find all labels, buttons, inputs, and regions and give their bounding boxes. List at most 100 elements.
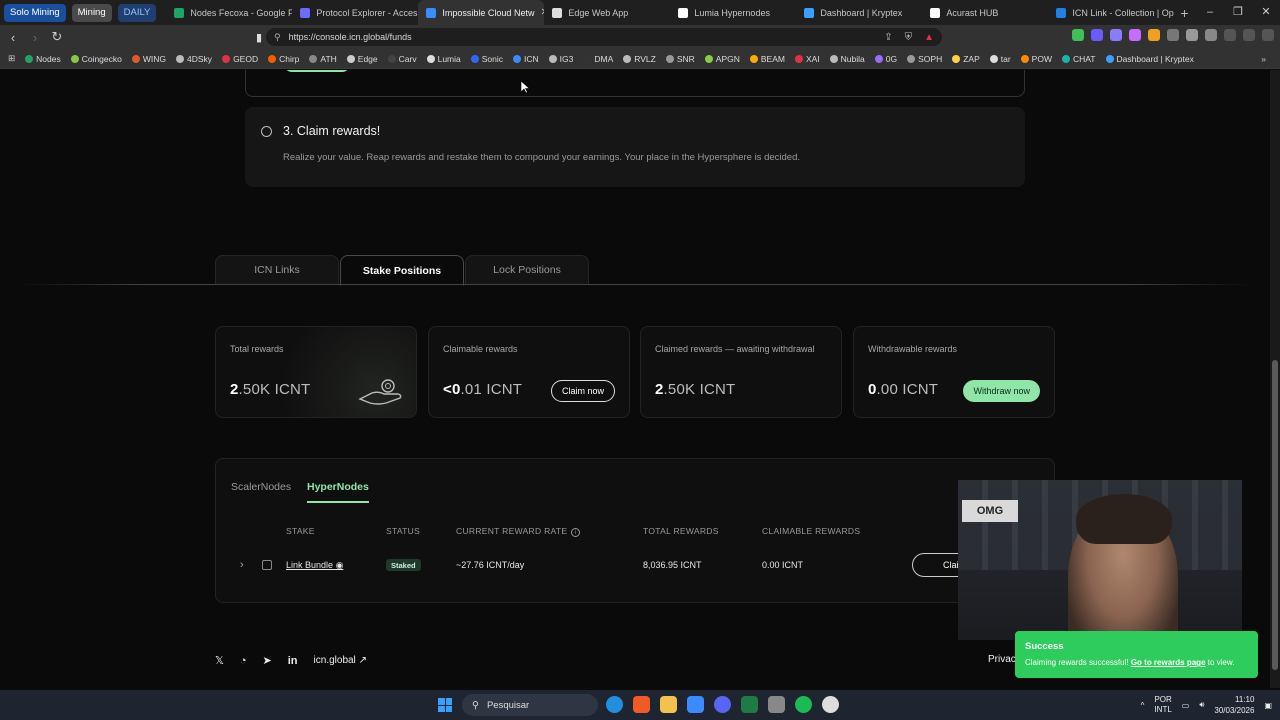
shield-icon[interactable]: ⛨ bbox=[905, 32, 913, 43]
extension-icon[interactable] bbox=[1129, 29, 1141, 41]
bookmark-item[interactable]: ZAP bbox=[952, 54, 980, 64]
site-link[interactable]: icn.global ↗ bbox=[314, 655, 367, 666]
rewards-triangle-icon[interactable]: ▲ bbox=[924, 32, 934, 43]
keyboard-language[interactable]: POR INTL bbox=[1154, 695, 1171, 715]
minimize-icon[interactable]: – bbox=[1196, 0, 1224, 25]
forward-icon[interactable]: › bbox=[26, 30, 44, 45]
close-window-icon[interactable]: ✕ bbox=[1252, 0, 1280, 25]
tab-stake-positions[interactable]: Stake Positions bbox=[340, 255, 464, 286]
bookmark-item[interactable]: Carv bbox=[387, 54, 417, 64]
bookmark-item[interactable]: IG3 bbox=[548, 54, 573, 64]
extension-icon[interactable] bbox=[1148, 29, 1160, 41]
extension-icon[interactable] bbox=[1072, 29, 1084, 41]
bookmark-item[interactable]: Sonic bbox=[470, 54, 503, 64]
bookmark-item[interactable]: CHAT bbox=[1061, 54, 1096, 64]
tab-group-solo-mining[interactable]: Solo Mining bbox=[4, 3, 66, 22]
browser-tab[interactable]: Lumia Hypernodes bbox=[670, 0, 796, 25]
excel-app-icon[interactable] bbox=[741, 696, 758, 713]
edge-app-icon[interactable] bbox=[606, 696, 623, 713]
stake-link-bundle[interactable]: Link Bundle ◉ bbox=[286, 560, 343, 571]
browser-tab[interactable]: Edge Web App bbox=[544, 0, 670, 25]
info-icon[interactable]: i bbox=[571, 528, 581, 537]
bookmark-item[interactable]: 0G bbox=[874, 54, 897, 64]
windows-start-icon[interactable] bbox=[438, 698, 452, 712]
system-clock[interactable]: 11:10 30/03/2026 bbox=[1214, 694, 1254, 716]
tab-lock-positions[interactable]: Lock Positions bbox=[465, 255, 589, 285]
notification-icon[interactable]: ▣ bbox=[1264, 701, 1272, 710]
site-info-icon[interactable]: ⚲ bbox=[274, 32, 281, 43]
bookmark-item[interactable]: 4DSky bbox=[176, 54, 212, 64]
spotify-app-icon[interactable] bbox=[795, 696, 812, 713]
tray-overflow-icon[interactable]: ^ bbox=[1141, 701, 1145, 710]
extension-icon[interactable] bbox=[1091, 29, 1103, 41]
url-text[interactable]: https://console.icn.global/funds bbox=[289, 32, 412, 42]
notes-app-icon[interactable] bbox=[687, 696, 704, 713]
extension-icon[interactable] bbox=[1186, 29, 1198, 41]
tab-icn-links[interactable]: ICN Links bbox=[215, 255, 339, 285]
tab-group-daily[interactable]: DAILY bbox=[117, 3, 157, 22]
address-bar[interactable]: ⚲ https://console.icn.global/funds ⇪ ⛨ ▲ bbox=[266, 28, 942, 46]
telegram-icon[interactable]: ➤ bbox=[263, 654, 272, 667]
bookmark-item[interactable]: RVLZ bbox=[623, 54, 656, 64]
bookmark-item[interactable]: Lumia bbox=[426, 54, 461, 64]
extension-icon[interactable] bbox=[1224, 29, 1236, 41]
discord-app-icon[interactable] bbox=[714, 696, 731, 713]
extension-icon[interactable] bbox=[1167, 29, 1179, 41]
file-explorer-icon[interactable] bbox=[660, 696, 677, 713]
page-scrollbar[interactable] bbox=[1270, 70, 1280, 688]
bookmark-item[interactable]: Nubila bbox=[829, 54, 865, 64]
bookmark-item[interactable]: DMA bbox=[583, 54, 613, 64]
extension-icon[interactable] bbox=[1110, 29, 1122, 41]
bookmark-item[interactable]: tar bbox=[989, 54, 1011, 64]
bookmark-item[interactable]: Dashboard | Kryptex bbox=[1105, 54, 1194, 64]
volume-icon[interactable]: 🔊︎ bbox=[1199, 700, 1204, 710]
discord-icon[interactable]: ◔ bbox=[240, 655, 247, 667]
calculator-app-icon[interactable] bbox=[768, 696, 785, 713]
bookmark-item[interactable]: GEOD bbox=[222, 54, 258, 64]
bookmark-item[interactable]: Chirp bbox=[268, 54, 299, 64]
x-twitter-icon[interactable]: 𝕏 bbox=[215, 654, 224, 667]
withdraw-now-button[interactable]: Withdraw now bbox=[963, 380, 1040, 402]
taskbar-search[interactable]: ⚲ Pesquisar bbox=[462, 694, 598, 716]
browser-tab[interactable]: Impossible Cloud Netw✕ bbox=[418, 0, 545, 25]
browser-tab[interactable]: ICN Link - Collection | Opens bbox=[1048, 0, 1174, 25]
browser-tab[interactable]: Acurast HUB bbox=[922, 0, 1048, 25]
more-bookmarks-icon[interactable]: » bbox=[1261, 54, 1280, 64]
browser-tab[interactable]: Dashboard | Kryptex bbox=[796, 0, 922, 25]
reload-icon[interactable]: ↻ bbox=[48, 29, 66, 45]
bookmark-item[interactable]: Nodes bbox=[25, 54, 61, 64]
stake-icnt-button[interactable] bbox=[284, 70, 350, 72]
browser-tab[interactable]: Nodes Fecoxa - Google Plan bbox=[166, 0, 292, 25]
tab-scalernodes[interactable]: ScalerNodes bbox=[231, 481, 291, 493]
eye-icon[interactable]: ◉ bbox=[336, 560, 344, 570]
claim-now-button[interactable]: Claim now bbox=[550, 380, 615, 402]
brave-app-icon[interactable] bbox=[633, 696, 650, 713]
network-icon[interactable]: ▭ bbox=[1182, 701, 1190, 710]
row-checkbox[interactable] bbox=[262, 560, 272, 570]
success-toast[interactable]: Success Claiming rewards successful! Go … bbox=[1015, 631, 1258, 678]
bookmark-item[interactable]: ATH bbox=[309, 54, 337, 64]
bookmark-icon[interactable]: ▮ bbox=[256, 31, 262, 44]
go-to-rewards-link[interactable]: Go to rewards page bbox=[1131, 658, 1206, 667]
privacy-link[interactable]: Privac bbox=[988, 654, 1016, 665]
apps-grid-icon[interactable]: ⊞ bbox=[8, 53, 15, 64]
bookmark-item[interactable]: Coingecko bbox=[70, 54, 122, 64]
bookmark-item[interactable]: POW bbox=[1020, 54, 1052, 64]
bookmark-item[interactable]: SOPH bbox=[907, 54, 942, 64]
browser-tab[interactable]: Protocol Explorer - Access R bbox=[292, 0, 418, 25]
bookmark-item[interactable]: ICN bbox=[513, 54, 539, 64]
bookmark-item[interactable]: XAI bbox=[794, 54, 820, 64]
tab-hypernodes[interactable]: HyperNodes bbox=[307, 481, 369, 503]
expand-row-chevron-icon[interactable]: › bbox=[240, 559, 244, 571]
new-tab-button[interactable]: + bbox=[1180, 5, 1188, 21]
bookmark-item[interactable]: WING bbox=[131, 54, 166, 64]
scrollbar-thumb[interactable] bbox=[1272, 360, 1278, 670]
chatgpt-app-icon[interactable] bbox=[822, 696, 839, 713]
bookmark-item[interactable]: BEAM bbox=[749, 54, 785, 64]
bookmark-item[interactable]: APGN bbox=[704, 54, 740, 64]
back-icon[interactable]: ‹ bbox=[4, 30, 22, 45]
share-icon[interactable]: ⇪ bbox=[884, 32, 892, 43]
extension-icon[interactable] bbox=[1262, 29, 1274, 41]
extension-icon[interactable] bbox=[1205, 29, 1217, 41]
linkedin-icon[interactable]: in bbox=[288, 655, 298, 667]
